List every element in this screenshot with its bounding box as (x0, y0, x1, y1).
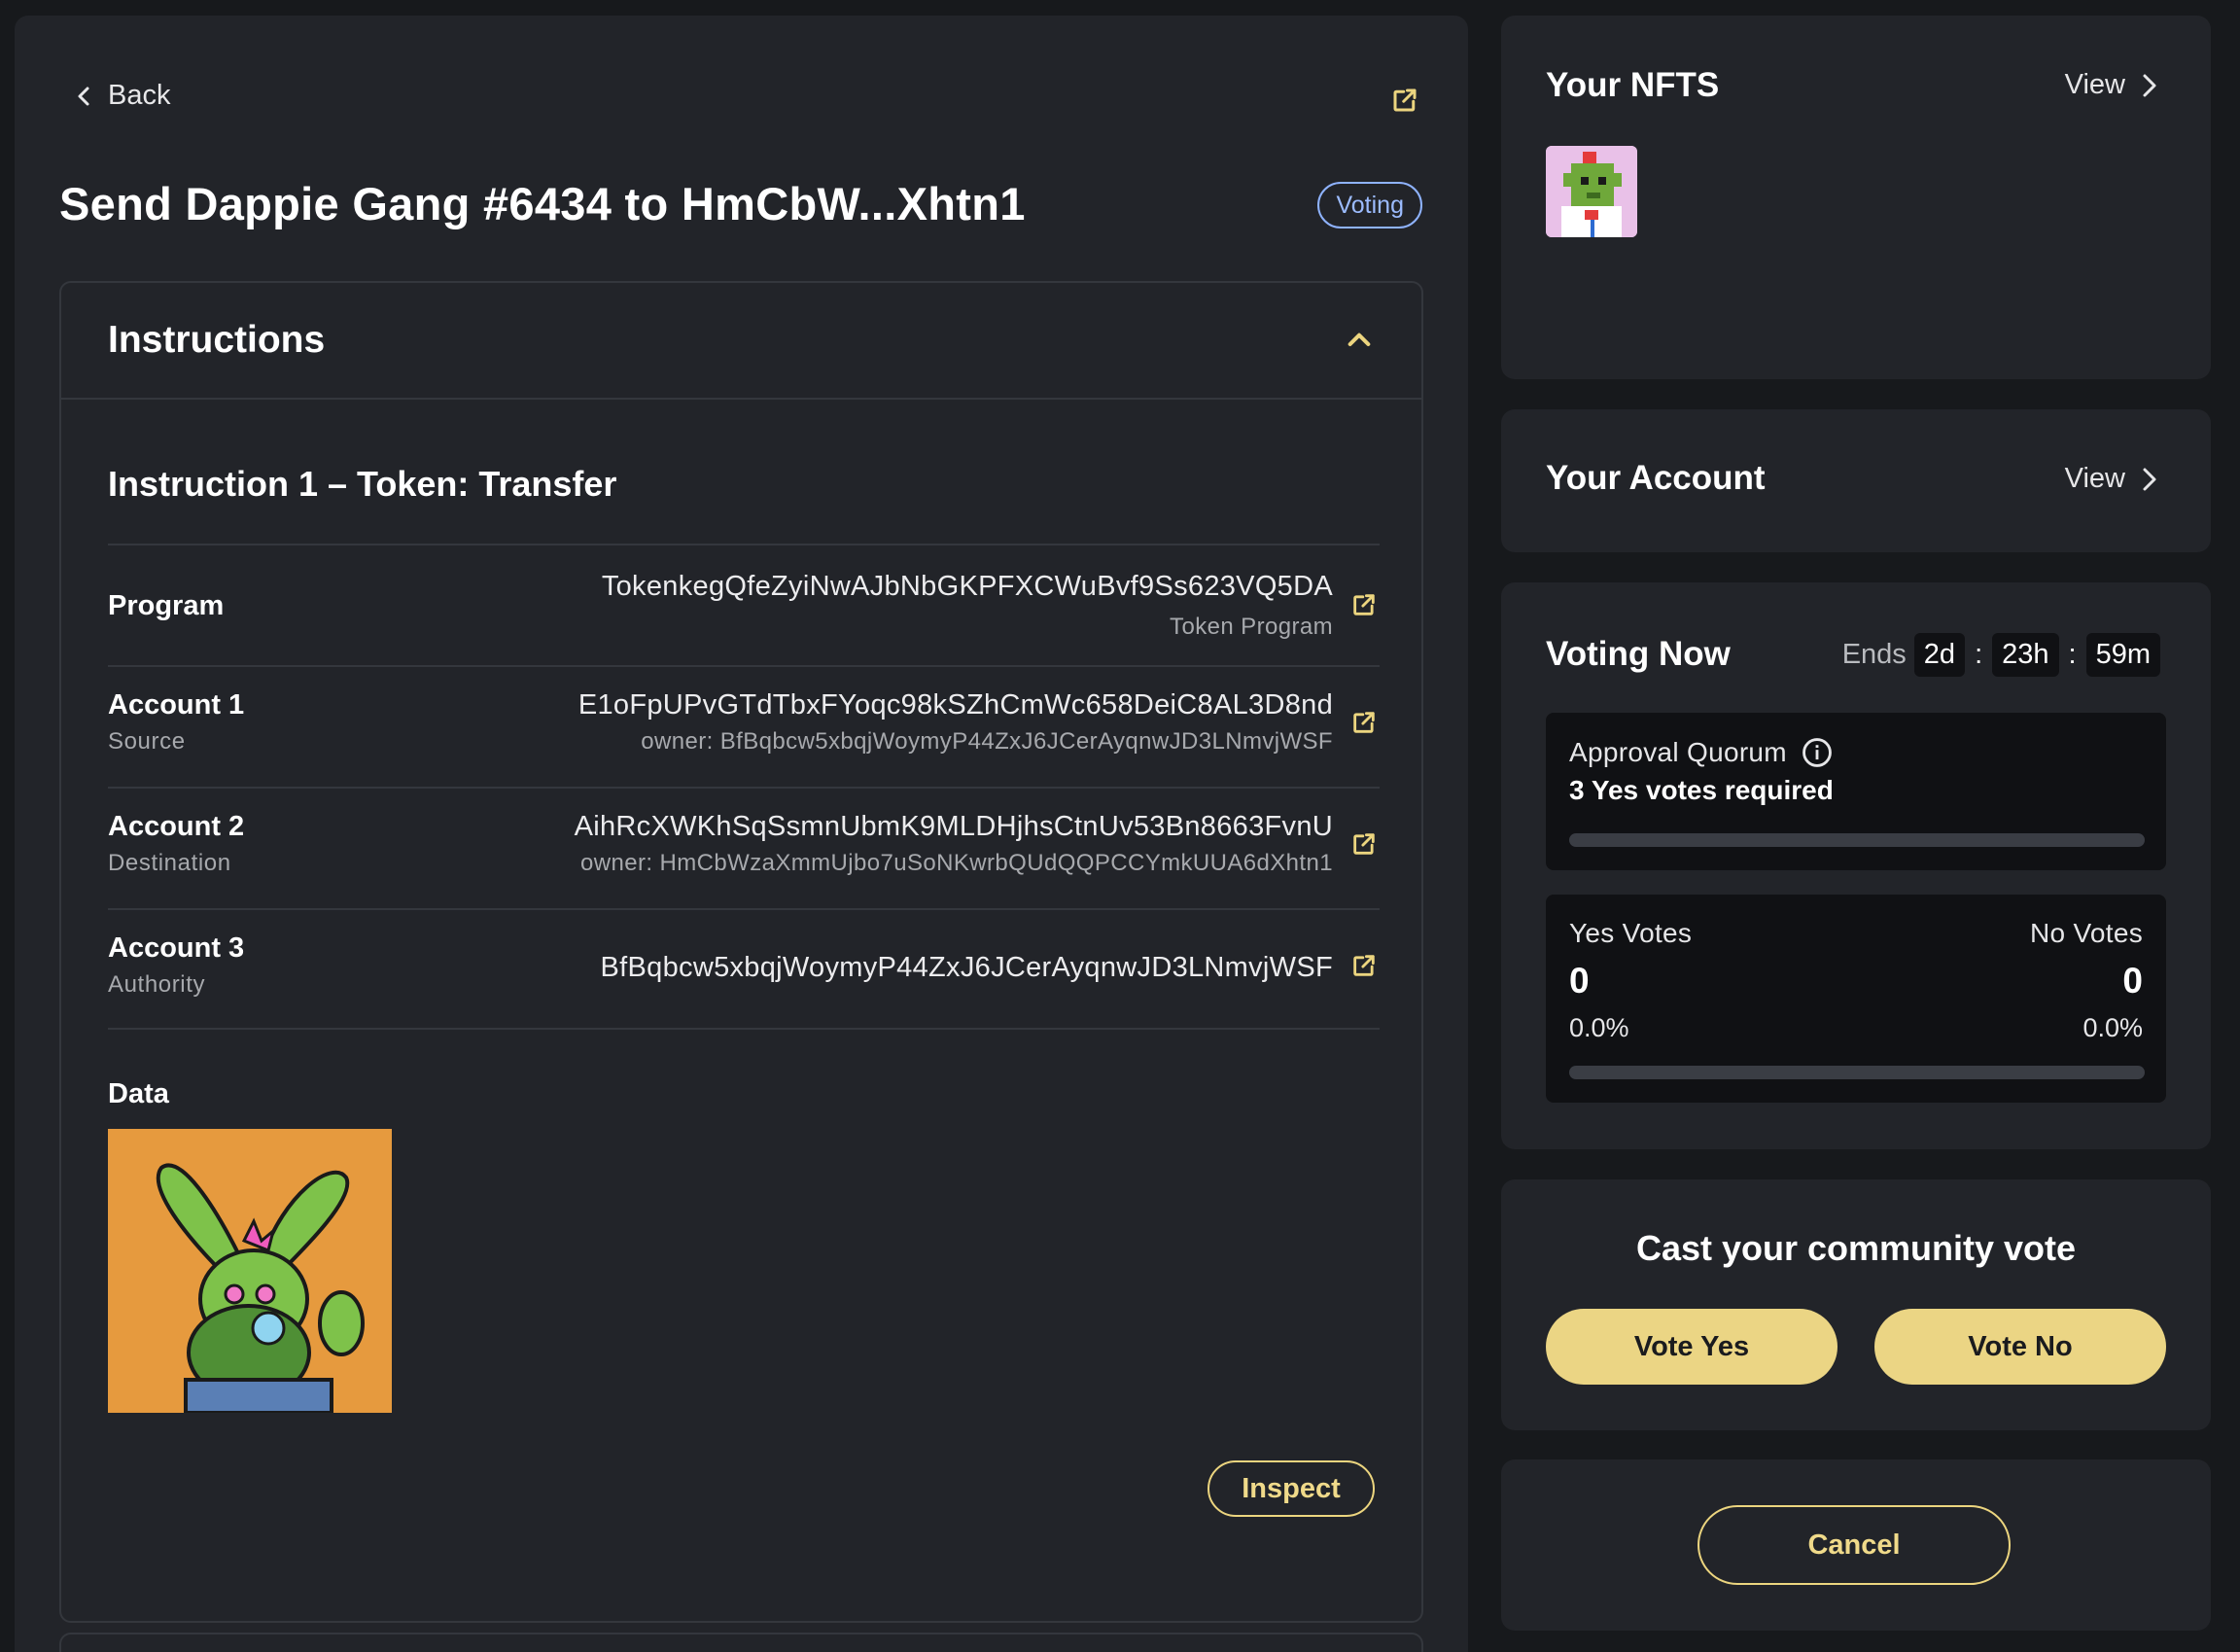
row-label: Account 1 (108, 689, 245, 721)
row-address: AihRcXWKhSqSsmnUbmK9MLDHjhsCtnUv53Bn8663… (574, 811, 1333, 842)
back-label: Back (108, 80, 171, 111)
nft-thumbnail[interactable] (1546, 146, 1637, 237)
no-votes-count: 0 (2122, 961, 2143, 1001)
row-label: Program (108, 590, 225, 621)
inspect-button[interactable]: Inspect (1208, 1460, 1375, 1517)
vote-tally-box: Yes Votes 0 0.0% No Votes 0 0.0% (1546, 895, 2166, 1103)
account-title: Your Account (1546, 459, 1766, 497)
nfts-panel: Your NFTS View (1501, 16, 2211, 379)
yes-votes-count: 0 (1569, 961, 1590, 1001)
instruction-accounts: Program TokenkegQfeZyiNwAJbNbGKPFXCWuBvf… (108, 544, 1380, 1030)
dappie-nft-thumbnail (1546, 146, 1637, 237)
voting-title: Voting Now (1546, 635, 1731, 673)
row-label: Account 2 (108, 811, 245, 842)
chevron-up-icon[interactable] (1344, 325, 1375, 356)
instructions-header[interactable]: Instructions (61, 283, 1421, 400)
approval-quorum-box: Approval Quorum 3 Yes votes required (1546, 713, 2166, 870)
chevron-left-icon (78, 87, 89, 105)
row-owner: owner: BfBqbcw5xbqjWoymyP44ZxJ6JCerAyqnw… (641, 728, 1333, 755)
row-sublabel: Source (108, 728, 186, 755)
external-link-icon[interactable] (1350, 591, 1378, 618)
row-note: Token Program (1170, 614, 1333, 640)
no-votes-percent: 0.0% (2082, 1013, 2143, 1042)
account-row-2: Account 2 Destination AihRcXWKhSqSsmnUbm… (108, 787, 1380, 908)
nfts-title: Your NFTS (1546, 66, 1720, 104)
row-owner: owner: HmCbWzaXmmUjbo7uSoNKwrbQUdQQPCCYm… (580, 850, 1333, 876)
page-title: Send Dappie Gang #6434 to HmCbW...Xhtn1 (59, 178, 1026, 229)
cast-vote-title: Cast your community vote (1635, 1228, 2077, 1268)
account-row-1: Account 1 Source E1oFpUPvGTdTbxFYoqc98kS… (108, 665, 1380, 787)
account-row-program: Program TokenkegQfeZyiNwAJbNbGKPFXCWuBvf… (108, 544, 1380, 665)
instructions-card: Instructions Instruction 1 – Token: Tran… (59, 281, 1423, 1623)
info-icon[interactable] (1801, 736, 1834, 769)
quorum-label: Approval Quorum (1569, 737, 1787, 767)
no-votes-label: No Votes (2029, 918, 2143, 948)
row-address: TokenkegQfeZyiNwAJbNbGKPFXCWuBvf9Ss623VQ… (601, 571, 1333, 602)
chevron-right-icon (2143, 468, 2156, 490)
row-address: BfBqbcw5xbqjWoymyP44ZxJ6JCerAyqnwJD3LNmv… (600, 952, 1333, 983)
countdown-minutes: 59m (2085, 633, 2160, 677)
bunny-nft-illustration (108, 1129, 392, 1413)
no-votes: No Votes 0 0.0% (2030, 918, 2143, 1043)
quorum-progress-bar (1569, 833, 2145, 847)
account-row-3: Account 3 Authority BfBqbcw5xbqjWoymyP44… (108, 908, 1380, 1030)
account-view-link[interactable]: View (2065, 463, 2160, 495)
status-badge: Voting (1317, 182, 1422, 228)
chevron-right-icon (2143, 74, 2156, 96)
external-link-icon[interactable] (1350, 709, 1378, 736)
countdown-days: 2d (1913, 633, 1966, 677)
yes-votes: Yes Votes 0 0.0% (1569, 918, 1692, 1043)
vote-split-bar (1569, 1066, 2145, 1079)
view-label: View (2064, 69, 2125, 100)
back-link[interactable]: Back (73, 80, 170, 112)
yes-votes-percent: 0.0% (1569, 1013, 1629, 1042)
nfts-view-link[interactable]: View (2065, 69, 2160, 101)
instructions-title: Instructions (108, 319, 326, 361)
vote-yes-button[interactable]: Vote Yes (1546, 1309, 1838, 1385)
quorum-required: 3 Yes votes required (1569, 775, 1834, 805)
cancel-button[interactable]: Cancel (1698, 1505, 2011, 1585)
row-address: E1oFpUPvGTdTbxFYoqc98kSZhCmWc658DeiC8AL3… (578, 689, 1333, 721)
external-link-icon[interactable] (1390, 86, 1419, 115)
cast-vote-panel: Cast your community vote Vote Yes Vote N… (1501, 1179, 2211, 1430)
view-label: View (2064, 463, 2125, 494)
voting-countdown: Ends 2d : 23h : 59m (1842, 633, 2160, 677)
ends-label: Ends (1841, 639, 1907, 670)
cancel-panel: Cancel (1501, 1459, 2211, 1631)
account-panel: Your Account View (1501, 409, 2211, 552)
yes-votes-label: Yes Votes (1569, 918, 1693, 948)
vote-no-button[interactable]: Vote No (1874, 1309, 2166, 1385)
countdown-hours: 23h (1992, 633, 2059, 677)
nft-image (108, 1129, 392, 1413)
external-link-icon[interactable] (1350, 952, 1378, 979)
proposal-panel: Back Send Dappie Gang #6434 to HmCbW...X… (15, 16, 1468, 1652)
row-sublabel: Destination (108, 850, 231, 876)
external-link-icon[interactable] (1350, 830, 1378, 858)
instruction-title: Instruction 1 – Token: Transfer (108, 464, 617, 504)
row-sublabel: Authority (108, 971, 206, 998)
next-card (59, 1633, 1423, 1652)
data-label: Data (108, 1078, 169, 1109)
voting-panel: Voting Now Ends 2d : 23h : 59m Approval … (1501, 582, 2211, 1149)
row-label: Account 3 (108, 932, 245, 964)
quorum-label-row: Approval Quorum (1569, 736, 1834, 769)
